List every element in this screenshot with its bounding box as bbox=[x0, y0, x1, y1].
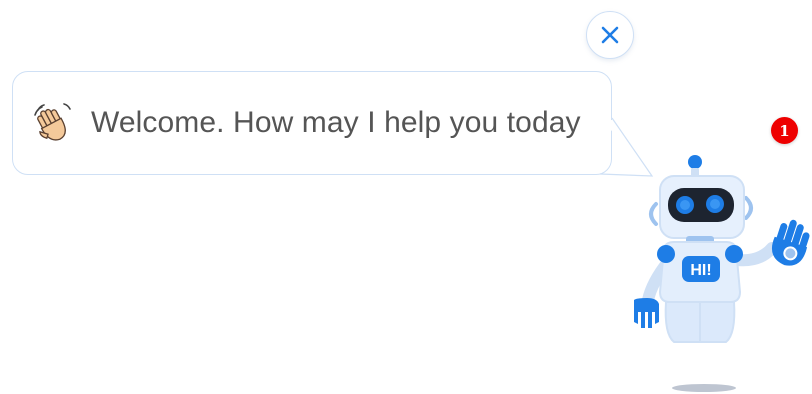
robot-hi-label: HI! bbox=[690, 262, 711, 279]
close-button[interactable] bbox=[586, 11, 634, 59]
close-icon bbox=[601, 26, 619, 44]
chat-widget: Welcome. How may I help you today 1 HI! bbox=[0, 0, 812, 394]
chatbot-robot-icon[interactable]: HI! bbox=[622, 152, 812, 394]
notification-badge[interactable]: 1 bbox=[771, 117, 798, 144]
welcome-message: Welcome. How may I help you today bbox=[91, 106, 581, 139]
welcome-bubble[interactable]: Welcome. How may I help you today bbox=[12, 71, 612, 175]
waving-hand-emoji-icon bbox=[34, 103, 71, 141]
